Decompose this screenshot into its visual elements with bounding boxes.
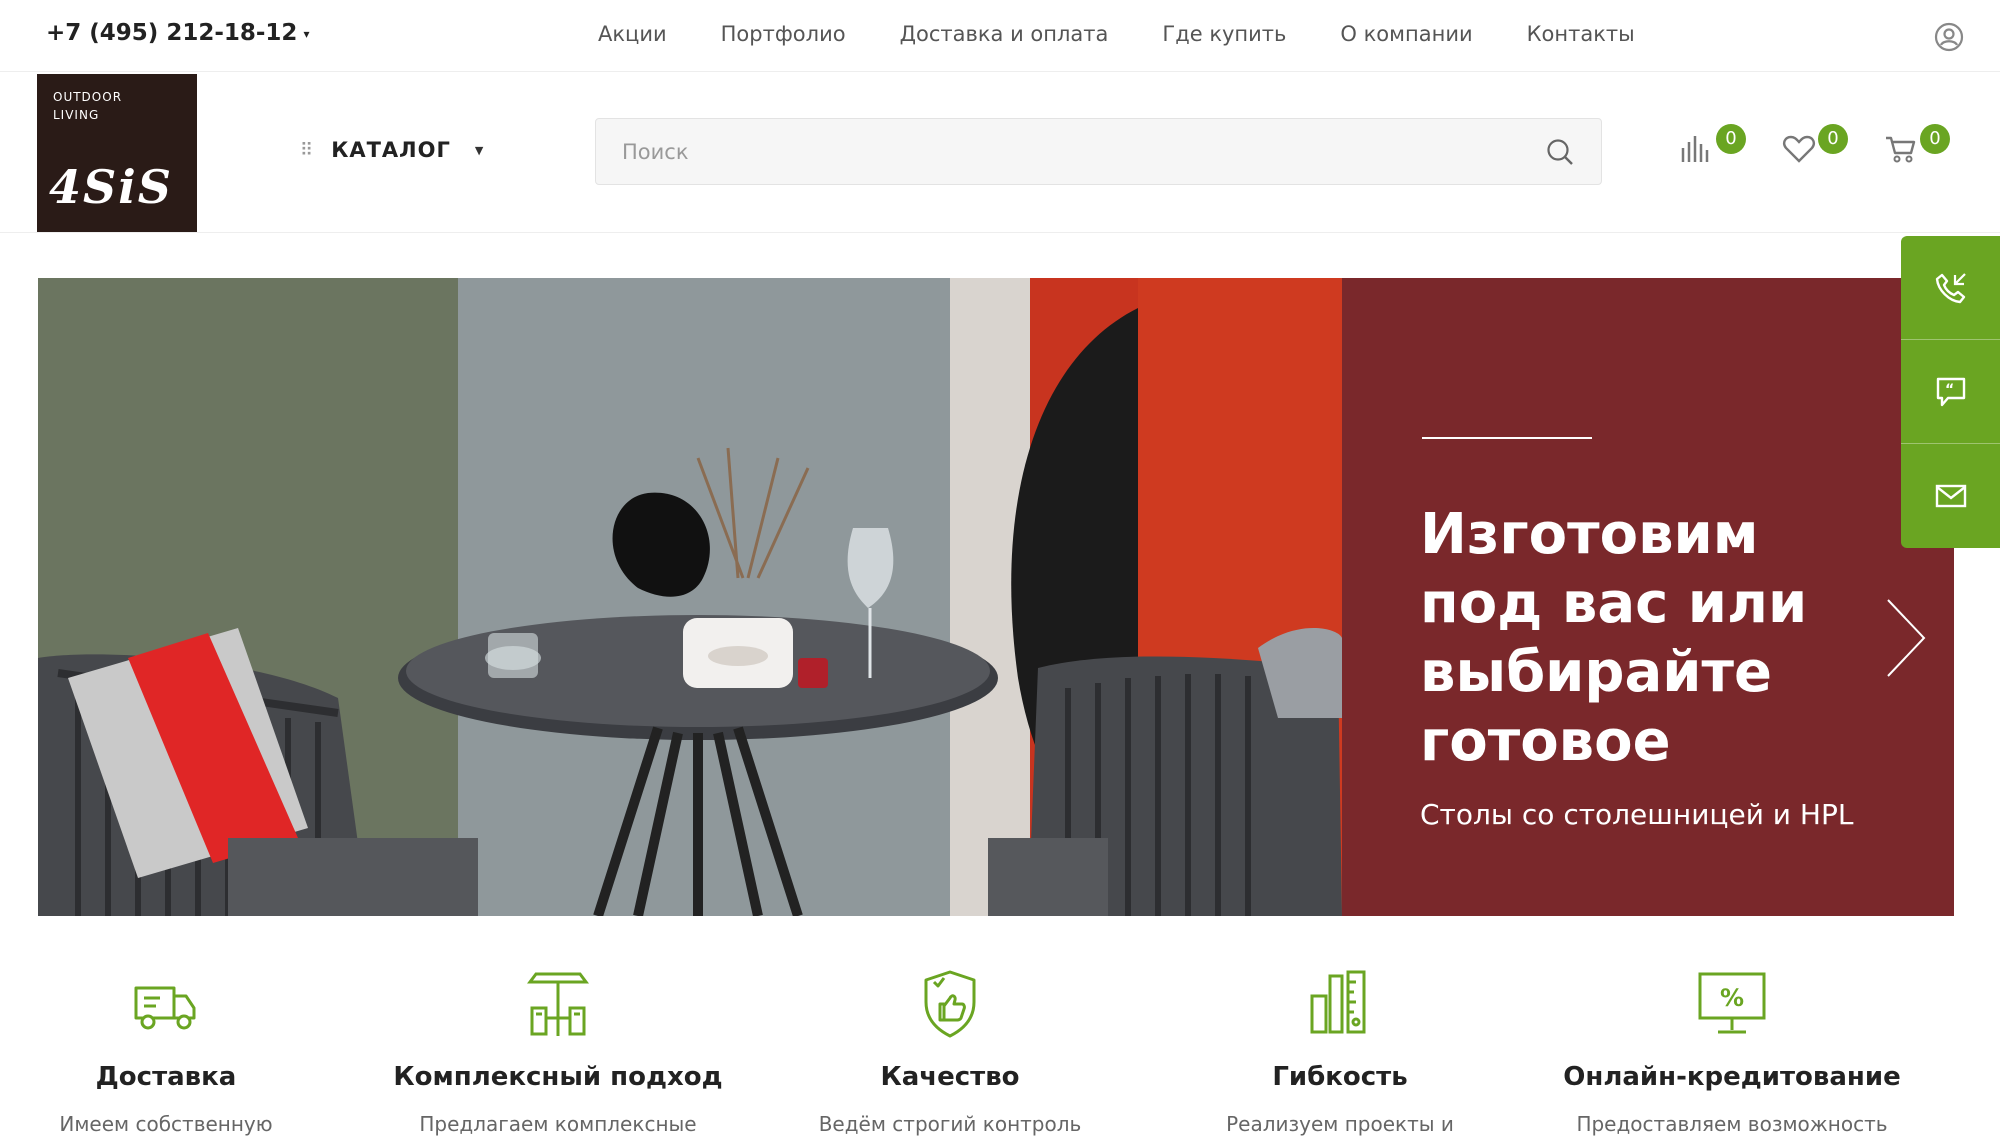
nav-item-contacts[interactable]: Контакты bbox=[1527, 22, 1635, 46]
hero-photo-illustration bbox=[38, 278, 1342, 916]
compare-chart-icon bbox=[1681, 136, 1709, 162]
truck-icon bbox=[134, 986, 196, 1030]
cart-count-badge: 0 bbox=[1920, 124, 1950, 154]
logo[interactable]: OUTDOOR LIVING 4SiS bbox=[37, 74, 197, 232]
compare-button[interactable]: 0 bbox=[1680, 124, 1746, 168]
chat-quote-icon: “ bbox=[1936, 377, 1965, 406]
top-bar: +7 (495) 212-18-12 ▾ Акции Портфолио Дост… bbox=[0, 0, 2000, 72]
phone-number[interactable]: +7 (495) 212-18-12 ▾ bbox=[46, 20, 309, 46]
feature-title: Качество bbox=[880, 1062, 1020, 1092]
review-button[interactable]: “ bbox=[1901, 340, 2000, 444]
feature-title: Гибкость bbox=[1272, 1062, 1408, 1092]
catalog-label: КАТАЛОГ bbox=[331, 138, 451, 162]
header-counters: 0 0 0 bbox=[1680, 124, 1950, 168]
nav-item-where-to-buy[interactable]: Где купить bbox=[1162, 22, 1286, 46]
feature-desc: Реализуем проекты и bbox=[1226, 1112, 1454, 1136]
feature-flexibility: Гибкость Реализуем проекты и bbox=[1160, 968, 1520, 1136]
search-box bbox=[595, 118, 1602, 185]
nav-item-promo[interactable]: Акции bbox=[598, 22, 667, 46]
feature-desc: Имеем собственную bbox=[59, 1112, 273, 1136]
phone-text: +7 (495) 212-18-12 bbox=[46, 20, 298, 46]
measure-icon bbox=[1310, 970, 1366, 1034]
chevron-down-icon[interactable]: ▾ bbox=[303, 27, 309, 41]
hero-subtitle[interactable]: Столы со столешницей и HPL bbox=[1420, 798, 1853, 831]
nav-item-about[interactable]: О компании bbox=[1340, 22, 1472, 46]
shield-thumb-icon bbox=[924, 970, 976, 1038]
feature-title: Комплексный подход bbox=[393, 1062, 723, 1092]
logo-line-1: OUTDOOR bbox=[53, 90, 123, 104]
phone-call-icon bbox=[1935, 272, 1966, 303]
catalog-button[interactable]: ⠿ КАТАЛОГ ▼ bbox=[300, 138, 483, 162]
hero-photo bbox=[38, 278, 1342, 916]
favorites-count-badge: 0 bbox=[1818, 124, 1848, 154]
logo-tagline: OUTDOOR LIVING bbox=[53, 88, 122, 124]
compare-count-badge: 0 bbox=[1716, 124, 1746, 154]
hero-banner[interactable]: Изготовим под вас или выбирайте готовое … bbox=[38, 278, 1954, 916]
nav-item-portfolio[interactable]: Портфолио bbox=[721, 22, 846, 46]
hero-text-panel: Изготовим под вас или выбирайте готовое … bbox=[1342, 278, 1954, 916]
monitor-percent-icon: % bbox=[1698, 972, 1766, 1034]
feature-complex: Комплексный подход Предлагаем комплексны… bbox=[378, 968, 738, 1136]
svg-text:%: % bbox=[1720, 984, 1744, 1012]
user-account-icon[interactable] bbox=[1934, 22, 1964, 52]
hero-divider-line bbox=[1422, 437, 1592, 439]
chevron-right-icon[interactable] bbox=[1884, 596, 1928, 680]
feature-delivery: Доставка Имеем собственную bbox=[0, 968, 346, 1136]
feature-desc: Ведём строгий контроль bbox=[818, 1112, 1082, 1136]
nav-item-delivery[interactable]: Доставка и оплата bbox=[900, 22, 1109, 46]
search-icon[interactable] bbox=[1545, 137, 1575, 167]
svg-text:“: “ bbox=[1945, 382, 1954, 398]
feature-desc: Предлагаем комплексные bbox=[419, 1112, 697, 1136]
feature-quality: Качество Ведём строгий контроль bbox=[770, 968, 1130, 1136]
contact-side-panel: “ bbox=[1901, 236, 2000, 548]
envelope-icon bbox=[1935, 484, 1966, 508]
search-input[interactable] bbox=[596, 119, 1601, 184]
header: OUTDOOR LIVING 4SiS ⠿ КАТАЛОГ ▼ 0 bbox=[0, 72, 2000, 233]
favorites-button[interactable]: 0 bbox=[1782, 124, 1848, 168]
chevron-down-icon: ▼ bbox=[474, 143, 484, 157]
logo-line-2: LIVING bbox=[53, 108, 100, 122]
heart-icon bbox=[1783, 135, 1815, 163]
feature-desc: Предоставляем возможность bbox=[1576, 1112, 1888, 1136]
feature-credit: % Онлайн-кредитование Предоставляем возм… bbox=[1552, 968, 1912, 1136]
callback-button[interactable] bbox=[1901, 236, 2000, 340]
top-nav: Акции Портфолио Доставка и оплата Где ку… bbox=[598, 22, 1689, 46]
hero-headline: Изготовим под вас или выбирайте готовое bbox=[1420, 502, 1808, 774]
email-button[interactable] bbox=[1901, 444, 2000, 548]
cart-icon bbox=[1886, 136, 1916, 163]
feature-title: Онлайн-кредитование bbox=[1563, 1062, 1901, 1092]
logo-brand: 4SiS bbox=[49, 160, 173, 214]
grid-dots-icon: ⠿ bbox=[300, 139, 314, 161]
cart-button[interactable]: 0 bbox=[1884, 124, 1950, 168]
features-row: Доставка Имеем собственную Комплексный п… bbox=[0, 968, 2000, 1136]
feature-title: Доставка bbox=[95, 1062, 237, 1092]
cafe-set-icon bbox=[527, 972, 589, 1036]
